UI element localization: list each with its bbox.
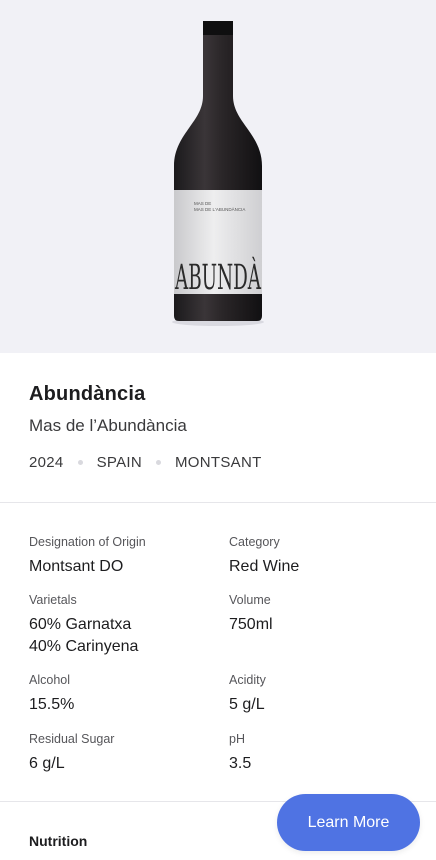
varietal-item: 60% Garnatxa <box>29 616 132 633</box>
designation-label: Designation of Origin <box>29 535 146 549</box>
producer-name: Mas de l’Abundància <box>29 416 187 435</box>
category-label: Category <box>229 535 280 549</box>
varietals-field: Varietals 60% Garnatxa 40% Carinyena <box>29 593 138 658</box>
volume-field: Volume 750ml <box>229 593 273 636</box>
alcohol-label: Alcohol <box>29 673 70 687</box>
varietal-item: 40% Carinyena <box>29 638 139 655</box>
country: SPAIN <box>96 454 142 471</box>
volume-label: Volume <box>229 593 271 607</box>
volume-value: 750ml <box>229 616 273 633</box>
alcohol-field: Alcohol 15.5% <box>29 673 74 716</box>
bottle-label-small-text-2: MAS DE L'ABUNDÀNCIA <box>194 206 245 212</box>
residual-sugar-label: Residual Sugar <box>29 732 115 746</box>
vintage-year: 2024 <box>29 454 64 471</box>
wine-bottle-image: MAS DE MAS DE L'ABUNDÀNCIA ABUNDÀ <box>172 21 264 326</box>
acidity-value: 5 g/L <box>229 696 265 713</box>
learn-more-button[interactable]: Learn More <box>277 794 420 851</box>
separator-dot <box>77 460 83 465</box>
designation-field: Designation of Origin Montsant DO <box>29 535 146 578</box>
bottle-label-small-text: MAS DE <box>194 201 211 206</box>
designation-value: Montsant DO <box>29 558 124 575</box>
acidity-field: Acidity 5 g/L <box>229 673 266 716</box>
nutrition-heading: Nutrition <box>29 833 88 849</box>
wine-name: Abundància <box>29 383 146 405</box>
residual-sugar-field: Residual Sugar 6 g/L <box>29 732 114 775</box>
region: MONTSANT <box>174 454 262 471</box>
wine-meta-row: 2024 SPAIN MONTSANT <box>29 454 262 471</box>
ph-label: pH <box>229 732 245 746</box>
hero-image-area: MAS DE MAS DE L'ABUNDÀNCIA ABUNDÀ <box>0 0 436 353</box>
residual-sugar-value: 6 g/L <box>29 755 65 772</box>
category-field: Category Red Wine <box>229 535 299 578</box>
bottle-label-big-text: ABUNDÀ <box>174 256 261 298</box>
ph-value: 3.5 <box>229 755 252 772</box>
ph-field: pH 3.5 <box>229 732 251 775</box>
separator-dot <box>155 460 161 465</box>
section-divider <box>0 502 436 503</box>
acidity-label: Acidity <box>229 673 266 687</box>
varietals-label: Varietals <box>29 593 77 607</box>
category-value: Red Wine <box>229 558 300 575</box>
alcohol-value: 15.5% <box>29 696 75 713</box>
